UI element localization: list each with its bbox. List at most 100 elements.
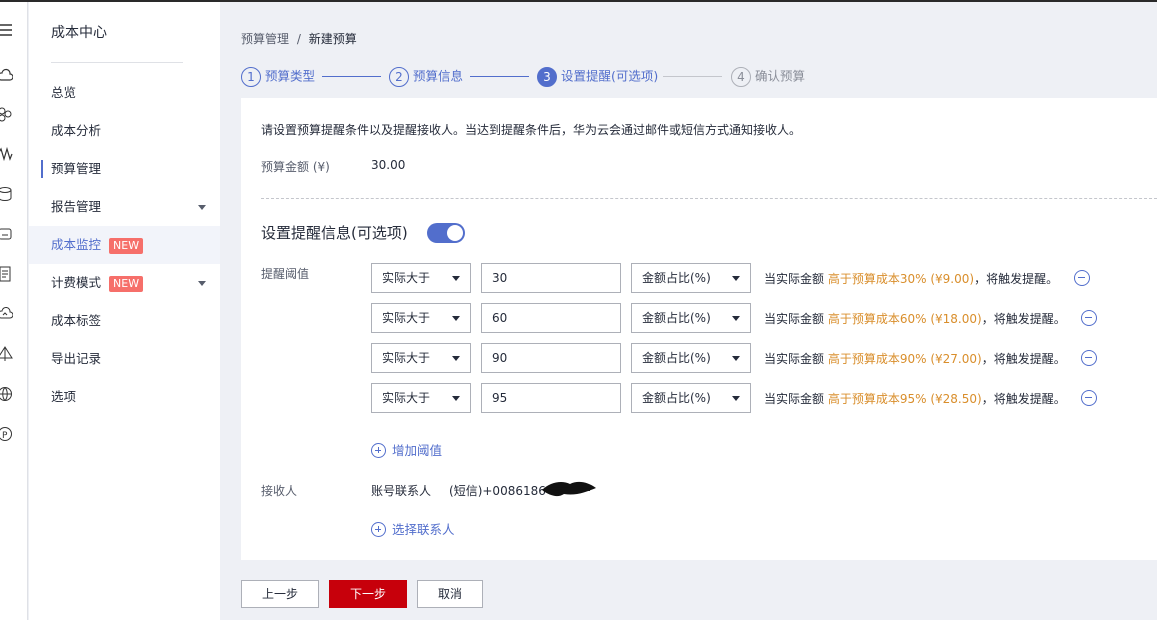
step-number: 1 [241, 66, 261, 87]
parking-icon[interactable]: P [0, 426, 14, 444]
desc-suffix: ，将触发提醒。 [981, 352, 1066, 366]
cloud-icon[interactable] [0, 68, 14, 86]
unit-value: 金额占比(%) [642, 391, 711, 405]
condition-select[interactable]: 实际大于 [371, 343, 471, 373]
step-label: 预算类型 [265, 68, 316, 84]
nodes-icon[interactable] [0, 106, 14, 124]
add-threshold-link[interactable]: 增加阈值 [371, 440, 442, 459]
remove-threshold-icon[interactable] [1081, 350, 1097, 366]
unit-select[interactable]: 金额占比(%) [631, 383, 751, 413]
caret-down-icon [732, 316, 740, 321]
remove-threshold-icon[interactable] [1081, 310, 1097, 326]
threshold-input[interactable]: 30 [481, 263, 621, 293]
nav-item-budget-management[interactable]: 预算管理 [29, 150, 220, 188]
section-title: 设置提醒信息(可选项) [261, 224, 408, 242]
step-number: 3 [537, 66, 557, 87]
step-2: 2 预算信息 [389, 66, 463, 88]
nav-item-export-records[interactable]: 导出记录 [29, 340, 220, 378]
remove-threshold-icon[interactable] [1081, 390, 1097, 406]
condition-select[interactable]: 实际大于 [371, 263, 471, 293]
new-badge: NEW [109, 275, 144, 292]
condition-select[interactable]: 实际大于 [371, 383, 471, 413]
nav-item-options[interactable]: 选项 [29, 378, 220, 416]
step-number: 2 [389, 66, 409, 87]
recipient-label: 接收人 [261, 484, 298, 498]
threshold-input[interactable]: 95 [481, 383, 621, 413]
unit-value: 金额占比(%) [642, 271, 711, 285]
section-divider [261, 198, 1157, 199]
menu-icon[interactable] [0, 22, 14, 40]
nav-item-overview[interactable]: 总览 [29, 74, 220, 112]
reminder-toggle[interactable] [427, 223, 465, 243]
desc-suffix: ，将触发提醒。 [981, 392, 1066, 406]
threshold-description: 当实际金额 高于预算成本90% (¥27.00)，将触发提醒。 [764, 350, 1066, 367]
step-connector [322, 76, 381, 77]
threshold-input[interactable]: 60 [481, 303, 621, 333]
cancel-button[interactable]: 取消 [417, 580, 483, 608]
cloud-sync-icon[interactable] [0, 306, 14, 324]
unit-select[interactable]: 金额占比(%) [631, 303, 751, 333]
unit-select[interactable]: 金额占比(%) [631, 343, 751, 373]
caret-down-icon [452, 316, 460, 321]
plus-circle-icon [371, 443, 386, 458]
nav-item-label: 成本标签 [51, 313, 102, 328]
desc-highlight: 高于预算成本30% (¥9.00) [827, 272, 975, 286]
cloud-storage-icon[interactable] [0, 226, 14, 244]
chevron-down-icon [198, 205, 206, 210]
condition-value: 实际大于 [382, 391, 431, 405]
new-badge: NEW [109, 237, 144, 254]
nav-item-cost-monitoring[interactable]: 成本监控 NEW [29, 226, 220, 264]
notice-text: 请设置预算提醒条件以及提醒接收人。当达到提醒条件后，华为云会通过邮件或短信方式通… [261, 123, 802, 137]
nav-title: 成本中心 [51, 25, 107, 41]
condition-value: 实际大于 [382, 311, 431, 325]
nav-item-label: 选项 [51, 389, 77, 404]
step-connector [470, 76, 529, 77]
threshold-description: 当实际金额 高于预算成本60% (¥18.00)，将触发提醒。 [764, 310, 1066, 327]
step-4: 4 确认预算 [731, 66, 805, 88]
nav-item-label: 总览 [51, 85, 77, 100]
nav-item-cost-analysis[interactable]: 成本分析 [29, 112, 220, 150]
nav-item-report-management[interactable]: 报告管理 [29, 188, 220, 226]
nav-item-billing-mode[interactable]: 计费模式 NEW [29, 264, 220, 302]
threshold-label: 提醒阈值 [261, 267, 310, 281]
nav-item-label: 成本监控 [51, 237, 102, 252]
pulse-icon[interactable] [0, 146, 14, 164]
nav-item-label: 导出记录 [51, 351, 102, 366]
desc-suffix: ，将触发提醒。 [981, 312, 1066, 326]
plus-circle-icon [371, 522, 386, 537]
unit-value: 金额占比(%) [642, 311, 711, 325]
caret-down-icon [452, 356, 460, 361]
desc-prefix: 当实际金额 [764, 352, 825, 366]
select-contact-link[interactable]: 选择联系人 [371, 519, 455, 538]
nav-divider [51, 62, 183, 63]
condition-select[interactable]: 实际大于 [371, 303, 471, 333]
network-icon[interactable] [0, 346, 14, 364]
database-icon[interactable] [0, 186, 14, 204]
remove-threshold-icon[interactable] [1074, 270, 1090, 286]
step-3: 3 设置提醒(可选项) [537, 66, 658, 88]
caret-down-icon [732, 396, 740, 401]
prev-button[interactable]: 上一步 [241, 580, 319, 608]
desc-prefix: 当实际金额 [764, 392, 825, 406]
unit-select[interactable]: 金额占比(%) [631, 263, 751, 293]
step-connector [663, 76, 722, 77]
step-label: 设置提醒(可选项) [561, 68, 659, 84]
caret-down-icon [452, 276, 460, 281]
add-threshold-label: 增加阈值 [392, 443, 443, 458]
desc-suffix: ，将触发提醒。 [974, 272, 1059, 286]
nav-item-label: 报告管理 [51, 199, 102, 214]
redaction-scribble [542, 481, 596, 497]
nav-item-cost-tags[interactable]: 成本标签 [29, 302, 220, 340]
desc-highlight: 高于预算成本95% (¥28.50) [827, 392, 982, 406]
nav-item-label: 预算管理 [51, 161, 102, 176]
breadcrumb-parent[interactable]: 预算管理 [241, 32, 289, 46]
step-label: 预算信息 [413, 68, 464, 84]
threshold-row: 实际大于 95 金额占比(%) 当实际金额 高于预算成本95% (¥28.50)… [371, 383, 1131, 413]
step-1: 1 预算类型 [241, 66, 315, 88]
threshold-input[interactable]: 90 [481, 343, 621, 373]
nav-item-label: 成本分析 [51, 123, 102, 138]
globe-icon[interactable] [0, 386, 14, 404]
next-button[interactable]: 下一步 [329, 580, 407, 608]
threshold-description: 当实际金额 高于预算成本95% (¥28.50)，将触发提醒。 [764, 390, 1066, 407]
document-icon[interactable] [0, 266, 14, 284]
